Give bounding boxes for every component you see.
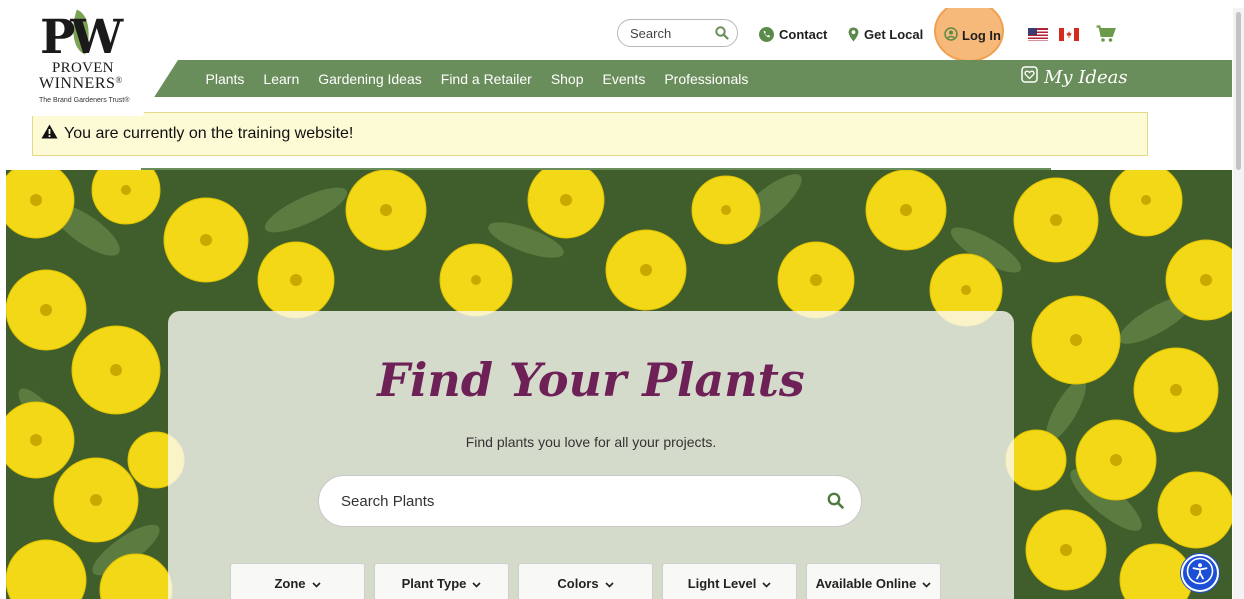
plant-search-input[interactable]: [341, 491, 781, 511]
plant-finder-title: Find Your Plants: [377, 353, 805, 407]
chevron-down-icon: [311, 576, 321, 591]
chevron-down-icon: [605, 576, 614, 591]
chevron-down-icon: [762, 576, 771, 591]
warning-icon: [41, 124, 58, 144]
site-search-input[interactable]: [630, 24, 710, 42]
plant-finder-subtitle: Find plants you love for all your projec…: [465, 434, 717, 450]
canada-flag-icon[interactable]: [1059, 28, 1079, 41]
search-icon[interactable]: [827, 492, 844, 514]
plant-finder-panel: Find Your Plants Find plants you love fo…: [168, 311, 1014, 599]
hero-section: Find Your Plants Find plants you love fo…: [6, 170, 1232, 599]
filter-label: Available Online: [815, 575, 917, 591]
plant-filter-bar: Zone Plant Type Colors Light Level Avail…: [230, 563, 941, 599]
filter-plant-type[interactable]: Plant Type: [374, 563, 509, 599]
main-nav: Plants Learn Gardening Ideas Find a Reta…: [196, 60, 758, 97]
nav-item-learn[interactable]: Learn: [254, 71, 309, 87]
my-ideas-label: My Ideas: [1044, 66, 1128, 88]
chevron-down-icon: [922, 576, 931, 591]
phone-icon: [759, 27, 774, 42]
page: Contact Get Local Log In: [6, 8, 1232, 599]
get-local-label: Get Local: [864, 27, 924, 42]
nav-item-shop[interactable]: Shop: [541, 71, 593, 87]
map-pin-icon: [848, 27, 859, 42]
login-label: Log In: [962, 28, 1001, 43]
my-ideas-link[interactable]: My Ideas: [1021, 66, 1128, 88]
page-scrollbar[interactable]: [1233, 8, 1244, 599]
training-notice-banner: You are currently on the training websit…: [32, 112, 1148, 156]
nav-item-plants[interactable]: Plants: [196, 71, 254, 87]
header-top-bar: Contact Get Local Log In: [6, 8, 1232, 62]
filter-label: Plant Type: [401, 575, 467, 591]
logo-line-2: WINNERS®: [39, 75, 123, 92]
user-icon: [944, 27, 958, 44]
contact-link[interactable]: Contact: [759, 27, 827, 42]
cart-icon[interactable]: [1096, 25, 1116, 48]
nav-item-find-a-retailer[interactable]: Find a Retailer: [431, 71, 541, 87]
filter-colors[interactable]: Colors: [518, 563, 653, 599]
accessibility-button[interactable]: [1181, 554, 1219, 592]
filter-light-level[interactable]: Light Level: [662, 563, 797, 599]
filter-zone[interactable]: Zone: [230, 563, 365, 599]
contact-label: Contact: [779, 27, 828, 42]
us-flag-icon[interactable]: [1028, 28, 1048, 41]
site-logo[interactable]: PW PROVEN WINNERS® The Brand Gardeners T…: [6, 8, 178, 116]
training-notice-text: You are currently on the training websit…: [64, 125, 354, 142]
chevron-down-icon: [472, 576, 481, 591]
logo-tagline: The Brand Gardeners Trust®: [39, 97, 130, 104]
login-link[interactable]: Log In: [944, 27, 1001, 44]
search-icon[interactable]: [715, 26, 729, 45]
logo-monogram: PW: [40, 10, 123, 65]
filter-label: Colors: [557, 575, 599, 591]
filter-label: Light Level: [687, 575, 757, 591]
scrollbar-thumb[interactable]: [1236, 12, 1241, 170]
accessibility-icon: [1186, 557, 1214, 590]
filter-label: Zone: [274, 575, 306, 591]
nav-item-events[interactable]: Events: [593, 71, 655, 87]
nav-item-gardening-ideas[interactable]: Gardening Ideas: [309, 71, 432, 87]
site-search[interactable]: [617, 19, 738, 47]
plant-search-box[interactable]: [318, 475, 862, 527]
nav-item-professionals[interactable]: Professionals: [655, 71, 758, 87]
get-local-link[interactable]: Get Local: [848, 27, 923, 42]
heart-bookmark-icon: [1021, 66, 1038, 88]
filter-available-online[interactable]: Available Online: [806, 563, 941, 599]
